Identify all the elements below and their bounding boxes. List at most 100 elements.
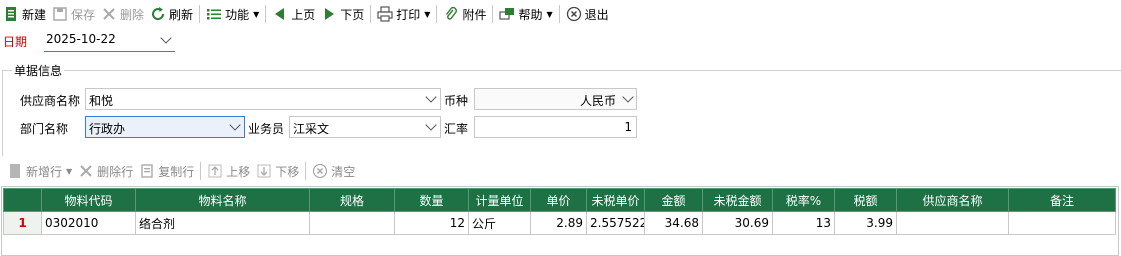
cell-amount[interactable]: 34.68 [644,211,703,235]
date-value: 2025-10-22 [46,32,116,46]
cell-amount-ex-tax[interactable]: 30.69 [702,211,773,235]
move-down-label: 下移 [275,164,300,179]
column-header[interactable]: 物料名称 [135,188,310,212]
add-row-label: 新增行 [26,164,63,179]
new-button[interactable]: 新建 [0,3,49,25]
column-header[interactable]: 物料代码 [41,188,136,212]
column-header[interactable]: 未税单价 [586,188,645,212]
dept-select[interactable]: 行政办 [85,116,245,138]
column-header[interactable]: 未税金额 [702,188,773,212]
next-page-label: 下页 [340,7,365,22]
paperclip-icon [443,6,459,22]
toolbar-separator [265,5,267,23]
chevron-down-icon [425,119,437,131]
delete-row-label: 删除行 [97,164,134,179]
cell-material-code[interactable]: 0302010 [41,211,136,235]
column-header[interactable]: 计量单位 [468,188,531,212]
clear-circle-icon [312,163,328,179]
column-header[interactable]: 备注 [1008,188,1116,212]
supplier-select[interactable]: 和悦 [85,88,441,110]
move-down-button[interactable]: 下移 [253,160,302,182]
exit-button[interactable]: 退出 [563,3,612,25]
cell-price-ex-tax[interactable]: 2.557522 [586,211,645,235]
column-header[interactable]: 规格 [309,188,395,212]
dropdown-caret-icon: ▼ [424,9,431,19]
salesman-select[interactable]: 江采文 [289,116,441,138]
row-number[interactable]: 1 [3,211,42,235]
exit-label: 退出 [584,7,609,22]
copy-row-button[interactable]: 复制行 [136,160,197,182]
salesman-value: 江采文 [293,122,330,136]
delete-row-button[interactable]: 删除行 [75,160,136,182]
add-row-button[interactable]: 新增行 ▼ [4,160,75,182]
delete-x-icon [101,6,117,22]
delete-button-label: 删除 [120,7,145,22]
chevron-down-icon [425,91,437,103]
help-menu-label: 帮助 [518,7,543,22]
toolbar-separator [558,5,560,23]
delete-button[interactable]: 删除 [98,3,147,25]
cell-remark[interactable] [1008,211,1116,235]
new-document-icon [3,6,19,22]
chevron-down-icon [229,119,241,131]
cell-supplier[interactable] [896,211,1009,235]
copy-icon [139,163,155,179]
delete-x-icon [78,163,94,179]
table-row[interactable]: 1 0302010 络合剂 12 公斤 2.89 2.557522 34.68 … [3,211,1116,235]
functions-menu-button[interactable]: 功能 ▼ [203,3,262,25]
dropdown-caret-icon: ▼ [66,166,73,176]
dept-value: 行政办 [89,122,126,136]
chevron-down-icon [160,32,172,44]
main-toolbar: 新建 保存 删除 刷新 功能 ▼ 上页 下页 打印 ▼ 附件 帮助 ▼ 退出 [0,2,1121,26]
column-header[interactable]: 税率% [772,188,835,212]
column-header[interactable]: 数量 [394,188,469,212]
add-row-icon [7,163,23,179]
items-table: 物料代码 物料名称 规格 数量 计量单位 单价 未税单价 金额 未税金额 税率%… [3,188,1116,235]
refresh-button[interactable]: 刷新 [147,3,196,25]
cell-unit[interactable]: 公斤 [468,211,531,235]
arrow-right-icon [321,6,337,22]
cell-material-name[interactable]: 络合剂 [135,211,310,235]
save-button-label: 保存 [71,7,96,22]
supplier-label: 供应商名称 [20,94,81,108]
refresh-button-label: 刷新 [169,7,194,22]
help-chat-icon [499,6,515,22]
cell-spec[interactable] [309,211,395,235]
prev-page-button[interactable]: 上页 [269,3,318,25]
clear-label: 清空 [331,164,356,179]
row-number-header [3,188,42,212]
save-icon [52,6,68,22]
salesman-label: 业务员 [248,122,285,136]
move-up-button[interactable]: 上移 [204,160,253,182]
arrow-down-icon [256,163,272,179]
save-button[interactable]: 保存 [49,3,98,25]
cell-tax-rate[interactable]: 13 [772,211,835,235]
chevron-down-icon [622,91,634,103]
toolbar-separator [305,162,307,180]
currency-value: 人民币 [579,94,616,108]
dept-label: 部门名称 [20,122,69,136]
arrow-up-icon [207,163,223,179]
attachment-button[interactable]: 附件 [440,3,489,25]
dropdown-caret-icon: ▼ [253,9,260,19]
currency-select[interactable]: 人民币 [474,88,637,110]
exchange-rate-input[interactable]: 1 [474,116,637,138]
cell-quantity[interactable]: 12 [394,211,469,235]
column-header[interactable]: 供应商名称 [896,188,1009,212]
print-menu-button[interactable]: 打印 ▼ [374,3,433,25]
help-menu-button[interactable]: 帮助 ▼ [496,3,555,25]
prev-page-label: 上页 [291,7,316,22]
clear-button[interactable]: 清空 [309,160,358,182]
move-up-label: 上移 [226,164,251,179]
printer-icon [377,6,393,22]
currency-label: 币种 [444,94,469,108]
date-picker[interactable]: 2025-10-22 [44,29,175,52]
cell-tax[interactable]: 3.99 [834,211,897,235]
date-label: 日期 [3,35,28,49]
column-header[interactable]: 金额 [644,188,703,212]
next-page-button[interactable]: 下页 [318,3,367,25]
close-circle-icon [566,6,582,22]
column-header[interactable]: 单价 [530,188,587,212]
cell-unit-price[interactable]: 2.89 [530,211,587,235]
column-header[interactable]: 税额 [834,188,897,212]
